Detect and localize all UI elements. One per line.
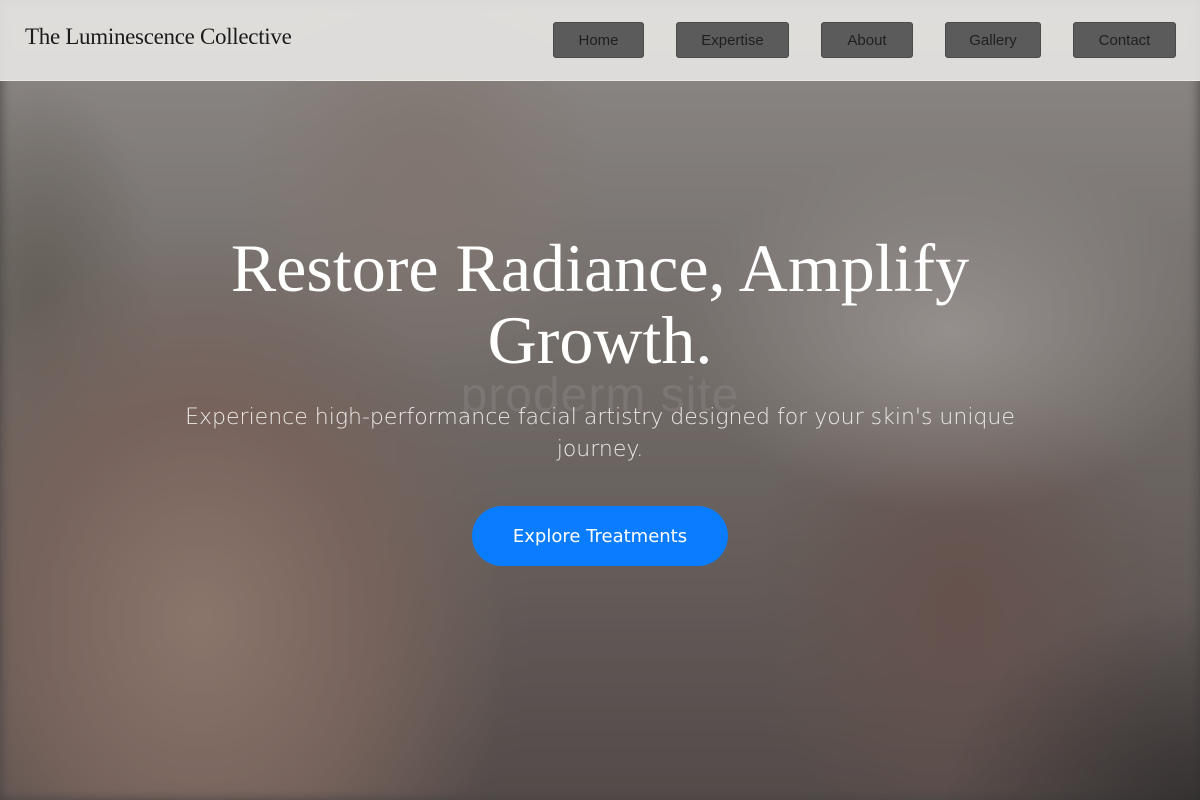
- site-header: The Luminescence Collective Home Experti…: [0, 0, 1200, 81]
- nav-home-button[interactable]: Home: [553, 22, 644, 58]
- hero-shadow: [940, 600, 1200, 800]
- explore-treatments-button[interactable]: Explore Treatments: [472, 506, 728, 566]
- nav-about-button[interactable]: About: [821, 22, 913, 58]
- hero-subtitle: Experience high-performance facial artis…: [185, 405, 1015, 462]
- hero-title: Restore Radiance, Amplify Growth.: [230, 230, 970, 378]
- nav-contact-button[interactable]: Contact: [1073, 22, 1176, 58]
- nav-expertise-button[interactable]: Expertise: [676, 22, 789, 58]
- nav-gallery-button[interactable]: Gallery: [945, 22, 1041, 58]
- brand-logo[interactable]: The Luminescence Collective: [25, 24, 292, 50]
